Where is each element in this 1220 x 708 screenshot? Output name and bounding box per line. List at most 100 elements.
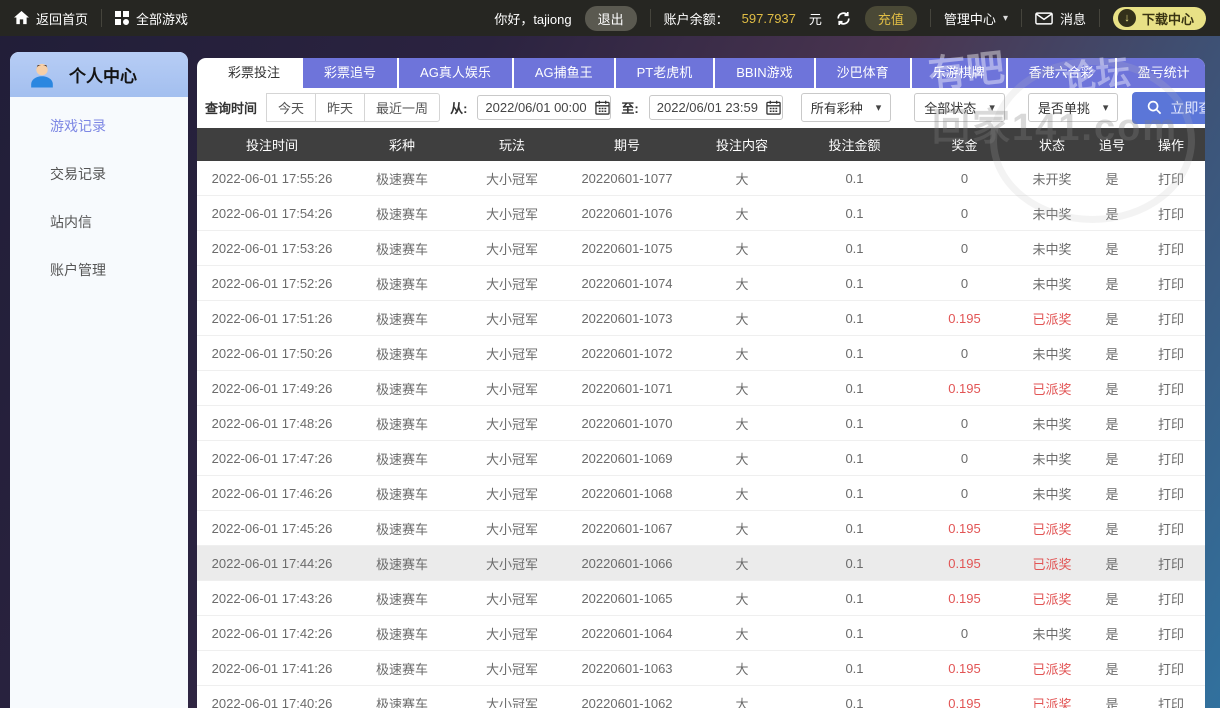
print-link[interactable]: 打印	[1137, 309, 1205, 328]
cell-lottery: 极速赛车	[375, 696, 428, 708]
cell-prize: 0.195	[948, 660, 981, 676]
cell-content: 大	[735, 486, 749, 502]
filter-selects: 所有彩种 ▾ 全部状态 ▾ 是否单挑 ▾	[800, 93, 1119, 122]
calendar-icon[interactable]	[766, 100, 781, 115]
tab[interactable]: AG真人娱乐	[399, 58, 512, 88]
cell-status: 未中奖	[1032, 626, 1072, 642]
print-link[interactable]: 打印	[1137, 414, 1205, 433]
cell-amount: 0.1	[845, 345, 864, 361]
cell-chase: 是	[1105, 241, 1119, 257]
sidebar-menu-item[interactable]: 游戏记录	[10, 102, 188, 150]
download-center-button[interactable]: ↓ 下载中心	[1112, 6, 1206, 30]
print-link[interactable]: 打印	[1137, 344, 1205, 363]
tab[interactable]: AG捕鱼王	[513, 58, 614, 88]
table-header-row: 投注时间 彩种 玩法 期号 投注内容 投注金额 奖金 状态 追号 操作	[197, 128, 1205, 161]
cell-issue: 20220601-1073	[581, 310, 673, 326]
filter-select[interactable]: 是否单挑 ▾	[1027, 93, 1119, 122]
avatar	[27, 60, 57, 90]
quick-date-group: 今天 昨天 最近一周	[266, 93, 441, 122]
all-games-link[interactable]: 全部游戏	[115, 9, 188, 28]
print-link[interactable]: 打印	[1137, 694, 1205, 708]
cell-amount: 0.1	[845, 520, 864, 536]
cell-status: 已派奖	[1032, 591, 1072, 607]
cell-play: 大小冠军	[485, 346, 538, 362]
print-link[interactable]: 打印	[1137, 169, 1205, 188]
messages-link[interactable]: 消息	[1035, 9, 1086, 28]
sidebar-menu-item[interactable]: 站内信	[10, 198, 188, 246]
cell-lottery: 极速赛车	[375, 276, 428, 292]
print-link[interactable]: 打印	[1137, 239, 1205, 258]
calendar-icon[interactable]	[594, 100, 610, 115]
cell-chase: 是	[1105, 696, 1119, 708]
tab[interactable]: 沙巴体育	[815, 58, 910, 88]
filter-select[interactable]: 所有彩种 ▾	[800, 93, 892, 122]
print-link[interactable]: 打印	[1137, 659, 1205, 678]
select-value: 全部状态	[924, 101, 977, 116]
cell-lottery: 极速赛车	[375, 381, 428, 397]
cell-amount: 0.1	[845, 415, 864, 431]
cell-prize: 0.195	[948, 310, 981, 326]
cell-bet-time: 2022-06-01 17:49:26	[211, 380, 333, 396]
cell-amount: 0.1	[845, 695, 864, 708]
search-button[interactable]: 立即查询	[1132, 91, 1205, 124]
quick-date-button[interactable]: 今天	[266, 93, 317, 122]
bet-records-table: 投注时间 彩种 玩法 期号 投注内容 投注金额 奖金 状态 追号 操作 2022…	[197, 128, 1205, 708]
table-body: 2022-06-01 17:55:26 极速赛车 大小冠军 20220601-1…	[197, 161, 1205, 708]
refresh-icon[interactable]	[835, 10, 852, 27]
quick-date-button[interactable]: 最近一周	[364, 93, 441, 122]
divider	[649, 9, 651, 27]
print-link[interactable]: 打印	[1137, 624, 1205, 643]
tab[interactable]: BBIN游戏	[715, 58, 814, 88]
print-link[interactable]: 打印	[1137, 519, 1205, 538]
print-link[interactable]: 打印	[1137, 554, 1205, 573]
tab[interactable]: 盈亏统计	[1116, 58, 1205, 88]
chevron-down-icon: ▾	[1002, 12, 1008, 24]
table-header-cell: 状态	[1038, 138, 1065, 153]
home-link[interactable]: 返回首页	[14, 9, 88, 28]
sidebar-menu-item[interactable]: 交易记录	[10, 150, 188, 198]
cell-content: 大	[735, 171, 749, 187]
cell-prize: 0	[960, 415, 969, 431]
cell-lottery: 极速赛车	[375, 591, 428, 607]
cell-status: 已派奖	[1032, 381, 1072, 397]
cell-chase: 是	[1105, 486, 1119, 502]
date-from-input[interactable]: 2022/06/01 00:00	[477, 95, 612, 120]
tab[interactable]: 彩票投注	[207, 58, 302, 88]
table-row: 2022-06-01 17:54:26 极速赛车 大小冠军 20220601-1…	[197, 196, 1205, 231]
print-link[interactable]: 打印	[1137, 274, 1205, 293]
admin-center-menu[interactable]: 管理中心 ▾	[944, 9, 1008, 28]
cell-bet-time: 2022-06-01 17:45:26	[211, 520, 333, 536]
date-to-input[interactable]: 2022/06/01 23:59	[648, 95, 783, 120]
cell-chase: 是	[1105, 591, 1119, 607]
cell-status: 未中奖	[1032, 451, 1072, 467]
logout-button[interactable]: 退出	[584, 5, 637, 31]
cell-issue: 20220601-1070	[581, 415, 673, 431]
cell-prize: 0	[960, 450, 969, 466]
table-row: 2022-06-01 17:44:26 极速赛车 大小冠军 20220601-1…	[197, 546, 1205, 581]
sidebar-menu-item[interactable]: 账户管理	[10, 246, 188, 294]
cell-lottery: 极速赛车	[375, 661, 428, 677]
tab[interactable]: 彩票追号	[303, 58, 398, 88]
recharge-button[interactable]: 充值	[864, 5, 917, 31]
print-link[interactable]: 打印	[1137, 589, 1205, 608]
print-link[interactable]: 打印	[1137, 449, 1205, 468]
print-link[interactable]: 打印	[1137, 484, 1205, 503]
cell-issue: 20220601-1067	[581, 520, 673, 536]
cell-chase: 是	[1105, 276, 1119, 292]
chevron-down-icon: ▾	[1102, 102, 1109, 114]
filter-select[interactable]: 全部状态 ▾	[914, 93, 1005, 122]
tab[interactable]: 乐游棋牌	[911, 58, 1006, 88]
print-link[interactable]: 打印	[1137, 379, 1205, 398]
cell-lottery: 极速赛车	[375, 556, 428, 572]
cell-chase: 是	[1105, 311, 1119, 327]
cell-content: 大	[735, 661, 749, 677]
cell-content: 大	[735, 521, 749, 537]
print-link[interactable]: 打印	[1137, 204, 1205, 223]
cell-bet-time: 2022-06-01 17:54:26	[211, 205, 333, 221]
tab[interactable]: PT老虎机	[615, 58, 714, 88]
quick-date-button[interactable]: 昨天	[315, 93, 366, 122]
table-row: 2022-06-01 17:51:26 极速赛车 大小冠军 20220601-1…	[197, 301, 1205, 336]
cell-lottery: 极速赛车	[375, 416, 428, 432]
tab[interactable]: 香港六合彩	[1007, 58, 1115, 88]
table-row: 2022-06-01 17:53:26 极速赛车 大小冠军 20220601-1…	[197, 231, 1205, 266]
